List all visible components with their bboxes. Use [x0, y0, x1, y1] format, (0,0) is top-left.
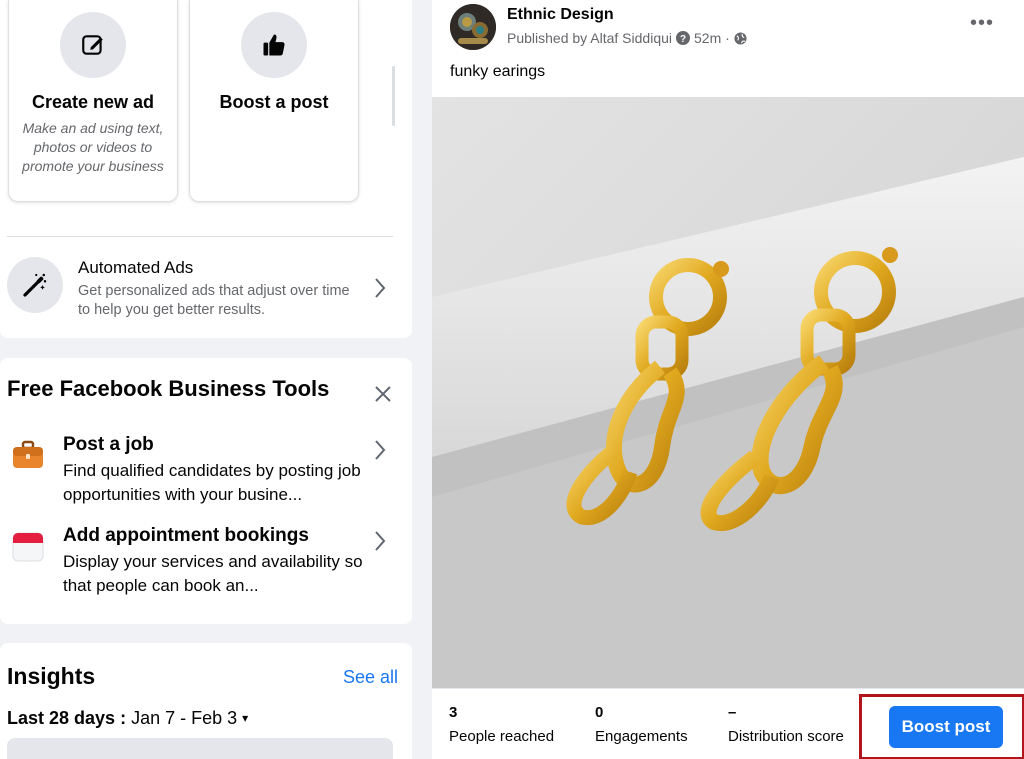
thumbs-up-icon [241, 12, 307, 78]
caret-down-icon: ▾ [242, 711, 249, 725]
create-new-ad-title: Create new ad [31, 92, 155, 112]
post-meta: Published by Altaf Siddiqui ? 52m · [507, 30, 747, 46]
tool-item-post-a-job[interactable]: Post a job Find qualified candidates by … [0, 432, 410, 512]
tool-title: Add appointment bookings [63, 525, 309, 546]
stat-engagements: 0 Engagements [595, 704, 688, 745]
chevron-right-icon [375, 440, 386, 460]
ad-options-card: Create new ad Make an ad using text, pho… [0, 0, 412, 338]
automated-ads-row[interactable]: Automated Ads Get personalized ads that … [0, 250, 410, 330]
free-business-tools-card: Free Facebook Business Tools Post a job … [0, 358, 412, 624]
globe-icon [734, 31, 747, 45]
stat-value: 0 [595, 704, 604, 721]
stat-value: 3 [449, 704, 458, 721]
question-icon[interactable]: ? [676, 31, 690, 45]
date-range-selector[interactable]: Last 28 days : Jan 7 - Feb 3 ▾ [7, 708, 248, 729]
stat-people-reached: 3 People reached [449, 704, 554, 745]
tool-title: Post a job [63, 434, 154, 455]
insights-card: Insights See all Last 28 days : Jan 7 - … [0, 643, 412, 759]
published-by: Published by Altaf Siddiqui [507, 30, 672, 46]
insights-title: Insights [7, 663, 96, 689]
chevron-right-icon [375, 278, 386, 298]
create-new-ad-tile[interactable]: Create new ad Make an ad using text, pho… [8, 0, 178, 202]
insights-metric-box [7, 738, 393, 759]
magic-wand-icon [7, 257, 63, 313]
tool-desc: Find qualified candidates by posting job… [63, 461, 361, 504]
date-range-label: Last 28 days : [7, 708, 127, 728]
scrollbar[interactable] [392, 66, 395, 126]
calendar-icon [12, 532, 44, 562]
date-range-value: Jan 7 - Feb 3 [131, 708, 238, 728]
tool-item-appointment-bookings[interactable]: Add appointment bookings Display your se… [0, 523, 410, 603]
automated-ads-desc: Get personalized ads that adjust over ti… [78, 283, 350, 318]
tools-title: Free Facebook Business Tools [7, 376, 330, 401]
post-caption: funky earings [450, 63, 546, 80]
more-options-button[interactable]: ••• [970, 12, 994, 35]
stat-label: People reached [449, 728, 555, 745]
close-icon[interactable] [374, 385, 392, 403]
automated-ads-title: Automated Ads [78, 258, 194, 277]
svg-text:?: ? [680, 34, 686, 45]
stat-distribution-score: – Distribution score [728, 704, 844, 745]
boost-post-button[interactable]: Boost post [889, 706, 1003, 748]
edit-icon [60, 12, 126, 78]
tool-desc: Display your services and availability s… [63, 552, 363, 595]
page-avatar[interactable] [450, 4, 496, 50]
post-time[interactable]: 52m · [694, 30, 730, 46]
stat-label: Distribution score [728, 728, 844, 745]
divider [7, 236, 393, 237]
post-stats-bar: 3 People reached 0 Engagements – Distrib… [432, 688, 1024, 759]
stat-label: Engagements [595, 728, 688, 745]
boost-a-post-title: Boost a post [219, 92, 329, 112]
page-name[interactable]: Ethnic Design [507, 6, 614, 24]
post-card: Ethnic Design Published by Altaf Siddiqu… [432, 0, 1024, 759]
boost-a-post-tile[interactable]: Boost a post [189, 0, 359, 202]
post-photo[interactable] [432, 97, 1024, 688]
chevron-right-icon [375, 531, 386, 551]
briefcase-icon [13, 440, 43, 468]
stat-value: – [728, 704, 737, 721]
see-all-link[interactable]: See all [343, 667, 398, 688]
create-new-ad-desc: Make an ad using text, photos or videos … [22, 120, 164, 174]
